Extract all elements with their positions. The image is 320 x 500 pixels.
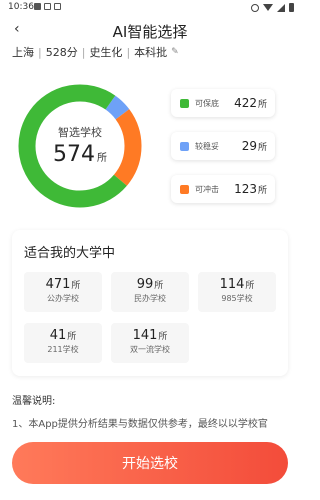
donut-count-unit: 所 <box>97 152 107 164</box>
wifi-icon <box>263 4 273 11</box>
donut-label: 智选学校 <box>58 125 102 139</box>
stat-value: 99所 <box>111 277 189 292</box>
stat-211[interactable]: 41所 211学校 <box>24 323 102 363</box>
stat-private[interactable]: 99所 民办学校 <box>111 272 189 312</box>
legend-color-swatch <box>180 184 189 194</box>
system-icons <box>251 3 294 12</box>
donut-count-value: 574 <box>53 141 95 167</box>
stat-number: 99 <box>136 277 154 292</box>
legend-label: 可冲击 <box>195 184 219 194</box>
legend-label: 较稳妥 <box>195 141 219 151</box>
profile-score: 528分 <box>45 46 78 59</box>
battery-icon <box>289 3 294 12</box>
stat-unit: 所 <box>245 281 255 291</box>
stat-unit: 所 <box>67 332 77 342</box>
notification-icon <box>34 3 41 10</box>
section-title: 适合我的大学中 <box>24 246 116 261</box>
legend-color-swatch <box>180 98 189 108</box>
legend-value-number: 29 <box>241 139 257 153</box>
stat-unit: 所 <box>158 332 168 342</box>
donut-count: 574 所 <box>53 142 107 167</box>
stat-985[interactable]: 114所 985学校 <box>198 272 276 312</box>
notification-icons <box>34 3 61 10</box>
status-time: 10:36 <box>8 2 34 12</box>
stat-public[interactable]: 471所 公办学校 <box>24 272 102 312</box>
stat-label: 211学校 <box>47 345 79 354</box>
profile-subjects: 史生化 <box>89 46 123 59</box>
legend-value: 29所 <box>242 139 267 153</box>
profile-batch: 本科批 <box>134 46 168 59</box>
university-stats-card: 适合我的大学中 471所 公办学校 99所 民办学校 114所 985学校 41… <box>12 230 288 376</box>
status-bar: 10:36 <box>0 0 300 16</box>
donut-center: 智选学校 574 所 <box>18 84 142 208</box>
nav-bar: ‹ AI智能选择 <box>0 16 300 44</box>
stat-number: 471 <box>45 277 71 292</box>
legend-safe[interactable]: 可保底 422所 <box>171 89 275 117</box>
stat-label: 双一流学校 <box>130 345 170 354</box>
legend-value-number: 422 <box>234 96 257 110</box>
start-selection-button[interactable]: 开始选校 <box>12 442 288 484</box>
legend-stable[interactable]: 较稳妥 29所 <box>171 132 275 160</box>
stat-double-first-class[interactable]: 141所 双一流学校 <box>111 323 189 363</box>
separator: | <box>38 45 42 59</box>
stat-value: 41所 <box>24 328 102 343</box>
stat-unit: 所 <box>71 281 81 291</box>
page-title: AI智能选择 <box>112 23 188 41</box>
stat-label: 985学校 <box>221 294 253 303</box>
legend-color-swatch <box>180 141 189 151</box>
legend-reach[interactable]: 可冲击 123所 <box>171 175 275 203</box>
stat-value: 114所 <box>198 277 276 292</box>
stat-number: 114 <box>219 277 245 292</box>
profile-summary[interactable]: 上海 | 528分 | 史生化 | 本科批 ✎ <box>12 44 179 60</box>
separator: | <box>81 45 86 59</box>
stat-label: 公办学校 <box>47 294 79 303</box>
image-icon <box>44 3 51 10</box>
legend-value-number: 123 <box>234 182 257 196</box>
legend-value-unit: 所 <box>257 143 267 153</box>
separator: | <box>126 45 131 59</box>
legend-value: 123所 <box>234 182 267 196</box>
legend-value-unit: 所 <box>257 186 267 196</box>
do-not-disturb-icon <box>251 3 259 12</box>
stat-unit: 所 <box>154 281 164 291</box>
stat-value: 141所 <box>111 328 189 343</box>
edit-icon[interactable]: ✎ <box>171 47 179 57</box>
profile-region: 上海 <box>12 46 34 59</box>
stat-number: 41 <box>49 328 67 343</box>
signal-icon <box>277 3 285 12</box>
download-icon <box>54 3 61 10</box>
stat-number: 141 <box>132 328 158 343</box>
stat-label: 民办学校 <box>134 294 166 303</box>
notice-title: 温馨说明: <box>12 396 56 407</box>
legend-value: 422所 <box>234 96 267 110</box>
legend-value-unit: 所 <box>257 100 267 110</box>
stat-value: 471所 <box>24 277 102 292</box>
notice-text: 1、本App提供分析结果与数据仅供参考，最终以以学校官 <box>12 419 268 430</box>
legend-label: 可保底 <box>195 98 219 108</box>
